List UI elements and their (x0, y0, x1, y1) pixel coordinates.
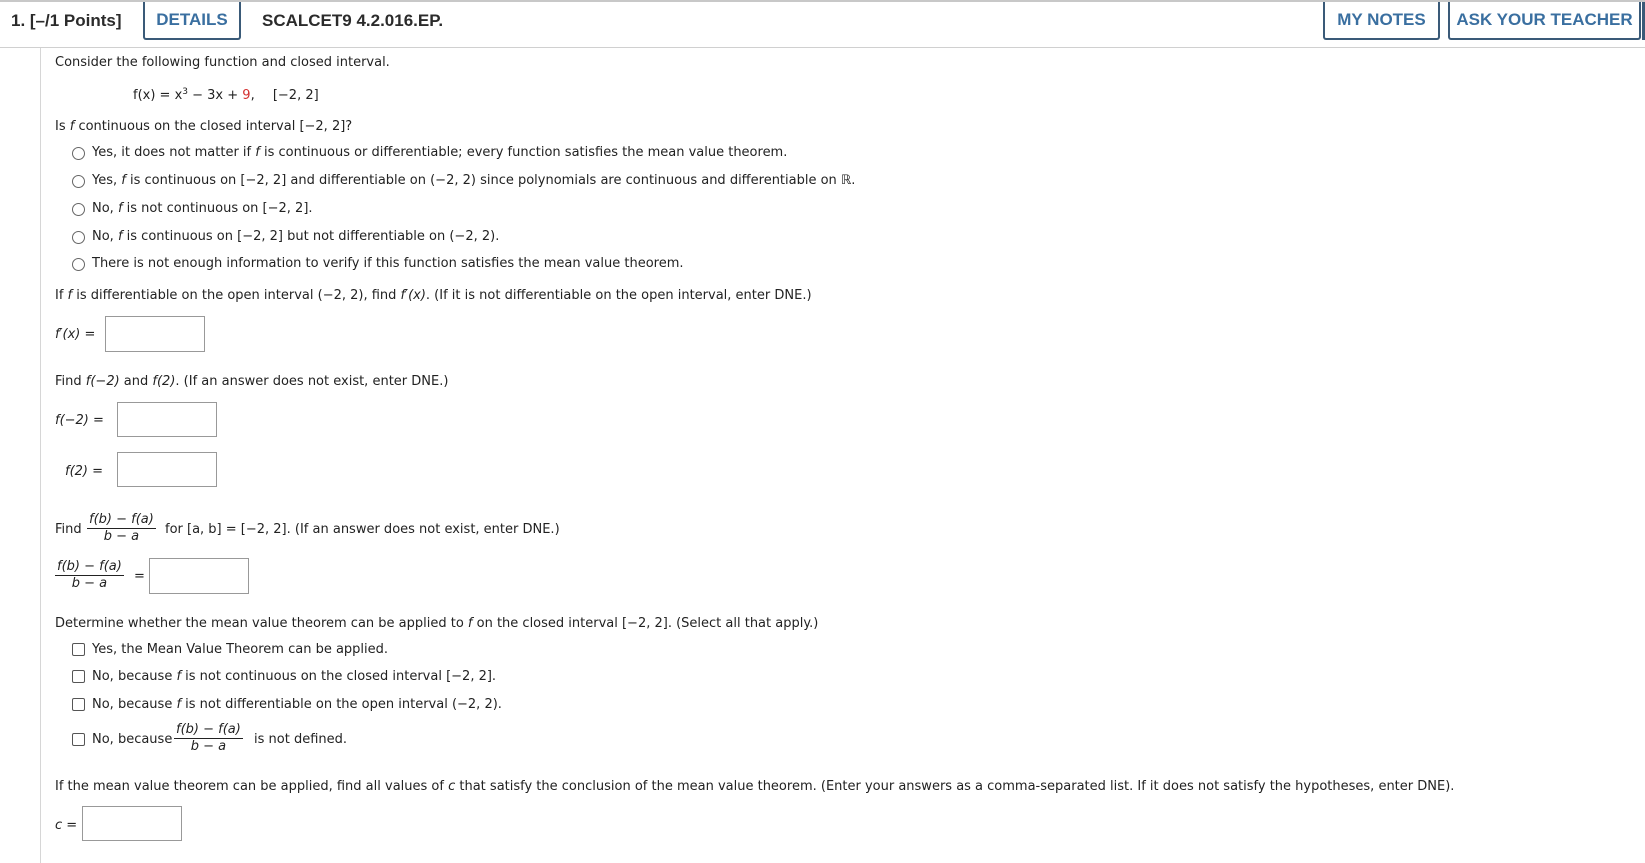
q4-fraction: f(b) − f(a) b − a (87, 512, 156, 545)
f-neg2-label: f(−2) = (55, 413, 104, 428)
c-label: c = (55, 818, 78, 833)
q6-pre: If the mean value theorem can be applied… (55, 779, 449, 794)
details-button[interactable]: DETAILS (143, 2, 241, 40)
q6-prompt: If the mean value theorem can be applied… (55, 779, 1454, 794)
q4-find: Find (55, 522, 82, 537)
q1-option-4-label: No, f is continuous on [−2, 2] but not d… (92, 229, 499, 244)
q5-option-4-checkbox[interactable] (72, 733, 85, 746)
q1-opt2-a: Yes, (92, 173, 122, 188)
q1-pre: Is (55, 119, 70, 134)
intro-text: Consider the following function and clos… (55, 55, 390, 70)
q1-option-1-radio[interactable] (72, 147, 85, 160)
q1-option-3-label: No, f is not continuous on [−2, 2]. (92, 201, 313, 216)
q2-fprime: f′(x) (400, 288, 426, 303)
q2-mid: is differentiable on the open interval (… (72, 288, 401, 303)
q3-f1: f(−2) (85, 374, 120, 389)
q1-option-3-radio[interactable] (72, 203, 85, 216)
q1-opt5-a: There is not enough information to verif… (92, 256, 684, 271)
problem-code: SCALCET9 4.2.016.EP. (262, 11, 444, 30)
ask-your-teacher-button[interactable]: ASK YOUR TEACHER (1448, 2, 1641, 40)
q3-text-c: . (If an answer does not exist, enter DN… (175, 374, 449, 389)
q1-opt2-b: is continuous on [−2, 2] and differentia… (125, 173, 856, 188)
q5-opt2-a: No, because (92, 669, 177, 684)
fprime-input[interactable] (105, 316, 205, 352)
q5-opt3-a: No, because (92, 697, 177, 712)
q5-pre: Determine whether the mean value theorem… (55, 616, 468, 631)
q3-text-a: Find (55, 374, 86, 389)
q4-fraction-num: f(b) − f(a) (87, 512, 156, 529)
q2-answer-label: f′(x) = (55, 327, 96, 342)
f-2-input[interactable] (117, 452, 217, 487)
difference-quotient-input[interactable] (149, 558, 249, 594)
q1-opt4-b: is continuous on [−2, 2] but not differe… (122, 229, 500, 244)
function-tail: , (250, 88, 255, 103)
q1-option-5-label: There is not enough information to verif… (92, 256, 684, 271)
q6-post: that satisfy the conclusion of the mean … (455, 779, 1455, 794)
q3-prompt: Find f(−2) and f(2). (If an answer does … (55, 374, 448, 389)
question-header: 1. [–/1 Points] DETAILS SCALCET9 4.2.016… (0, 0, 1645, 48)
q5-option-4-post: is not defined. (254, 732, 347, 747)
q4-answer-fraction: f(b) − f(a) b − a (55, 559, 124, 592)
q1-option-1-label: Yes, it does not matter if f is continuo… (92, 145, 787, 160)
q1-option-2-label: Yes, f is continuous on [−2, 2] and diff… (92, 173, 855, 188)
q2-pre: If (55, 288, 68, 303)
q5-option-4-pre: No, because (92, 732, 173, 747)
q4-post: for [a, b] = [−2, 2]. (If an answer does… (165, 522, 560, 537)
q5-option-2-checkbox[interactable] (72, 670, 85, 683)
my-notes-button[interactable]: MY NOTES (1323, 2, 1440, 40)
q5-opt3-b: is not differentiable on the open interv… (181, 697, 502, 712)
q5-option-4-fraction: f(b) − f(a) b − a (174, 722, 243, 755)
function-lhs: f(x) = x (133, 88, 183, 103)
q1-post: continuous on the closed interval [−2, 2… (74, 119, 353, 134)
function-definition: f(x) = x3 − 3x + 9, [−2, 2] (133, 87, 319, 103)
q5-option-2-label: No, because f is not continuous on the c… (92, 669, 496, 684)
q1-option-5-radio[interactable] (72, 258, 85, 271)
q4-answer-den: b − a (71, 576, 108, 591)
q1-opt3-b: is not continuous on [−2, 2]. (122, 201, 313, 216)
q1-option-2-radio[interactable] (72, 175, 85, 188)
q5-opt2-b: is not continuous on the closed interval… (181, 669, 497, 684)
q3-text-b: and (119, 374, 153, 389)
q1-opt4-a: No, (92, 229, 118, 244)
f-neg2-input[interactable] (117, 402, 217, 437)
points-label: 1. [–/1 Points] (11, 11, 122, 30)
q5-opt4-num: f(b) − f(a) (174, 722, 243, 739)
function-mid: − 3x + (188, 88, 243, 103)
q1-option-4-radio[interactable] (72, 231, 85, 244)
q2-post: . (If it is not differentiable on the op… (425, 288, 812, 303)
function-interval: [−2, 2] (272, 88, 319, 103)
q5-option-1-checkbox[interactable] (72, 643, 85, 656)
function-constant: 9 (242, 88, 251, 103)
q5-prompt: Determine whether the mean value theorem… (55, 616, 818, 631)
q4-fraction-den: b − a (103, 529, 140, 544)
q5-option-3-checkbox[interactable] (72, 698, 85, 711)
q5-option-3-label: No, because f is not differentiable on t… (92, 697, 502, 712)
q1-opt1-a: Yes, it does not matter if (92, 145, 256, 160)
q4-equals: = (134, 569, 145, 584)
c-values-input[interactable] (82, 806, 182, 841)
left-rule (40, 48, 41, 863)
q1-opt1-b: is continuous or differentiable; every f… (259, 145, 788, 160)
q3-f2: f(2) (152, 374, 176, 389)
f-2-label: f(2) = (65, 464, 104, 479)
q5-option-1-label: Yes, the Mean Value Theorem can be appli… (92, 642, 389, 657)
q1-opt3-a: No, (92, 201, 118, 216)
q1-prompt: Is f continuous on the closed interval [… (55, 119, 352, 134)
q5-post: on the closed interval [−2, 2]. (Select … (472, 616, 819, 631)
q4-answer-num: f(b) − f(a) (55, 559, 124, 576)
q2-prompt: If f is differentiable on the open inter… (55, 288, 812, 303)
q5-opt4-den: b − a (190, 739, 227, 754)
